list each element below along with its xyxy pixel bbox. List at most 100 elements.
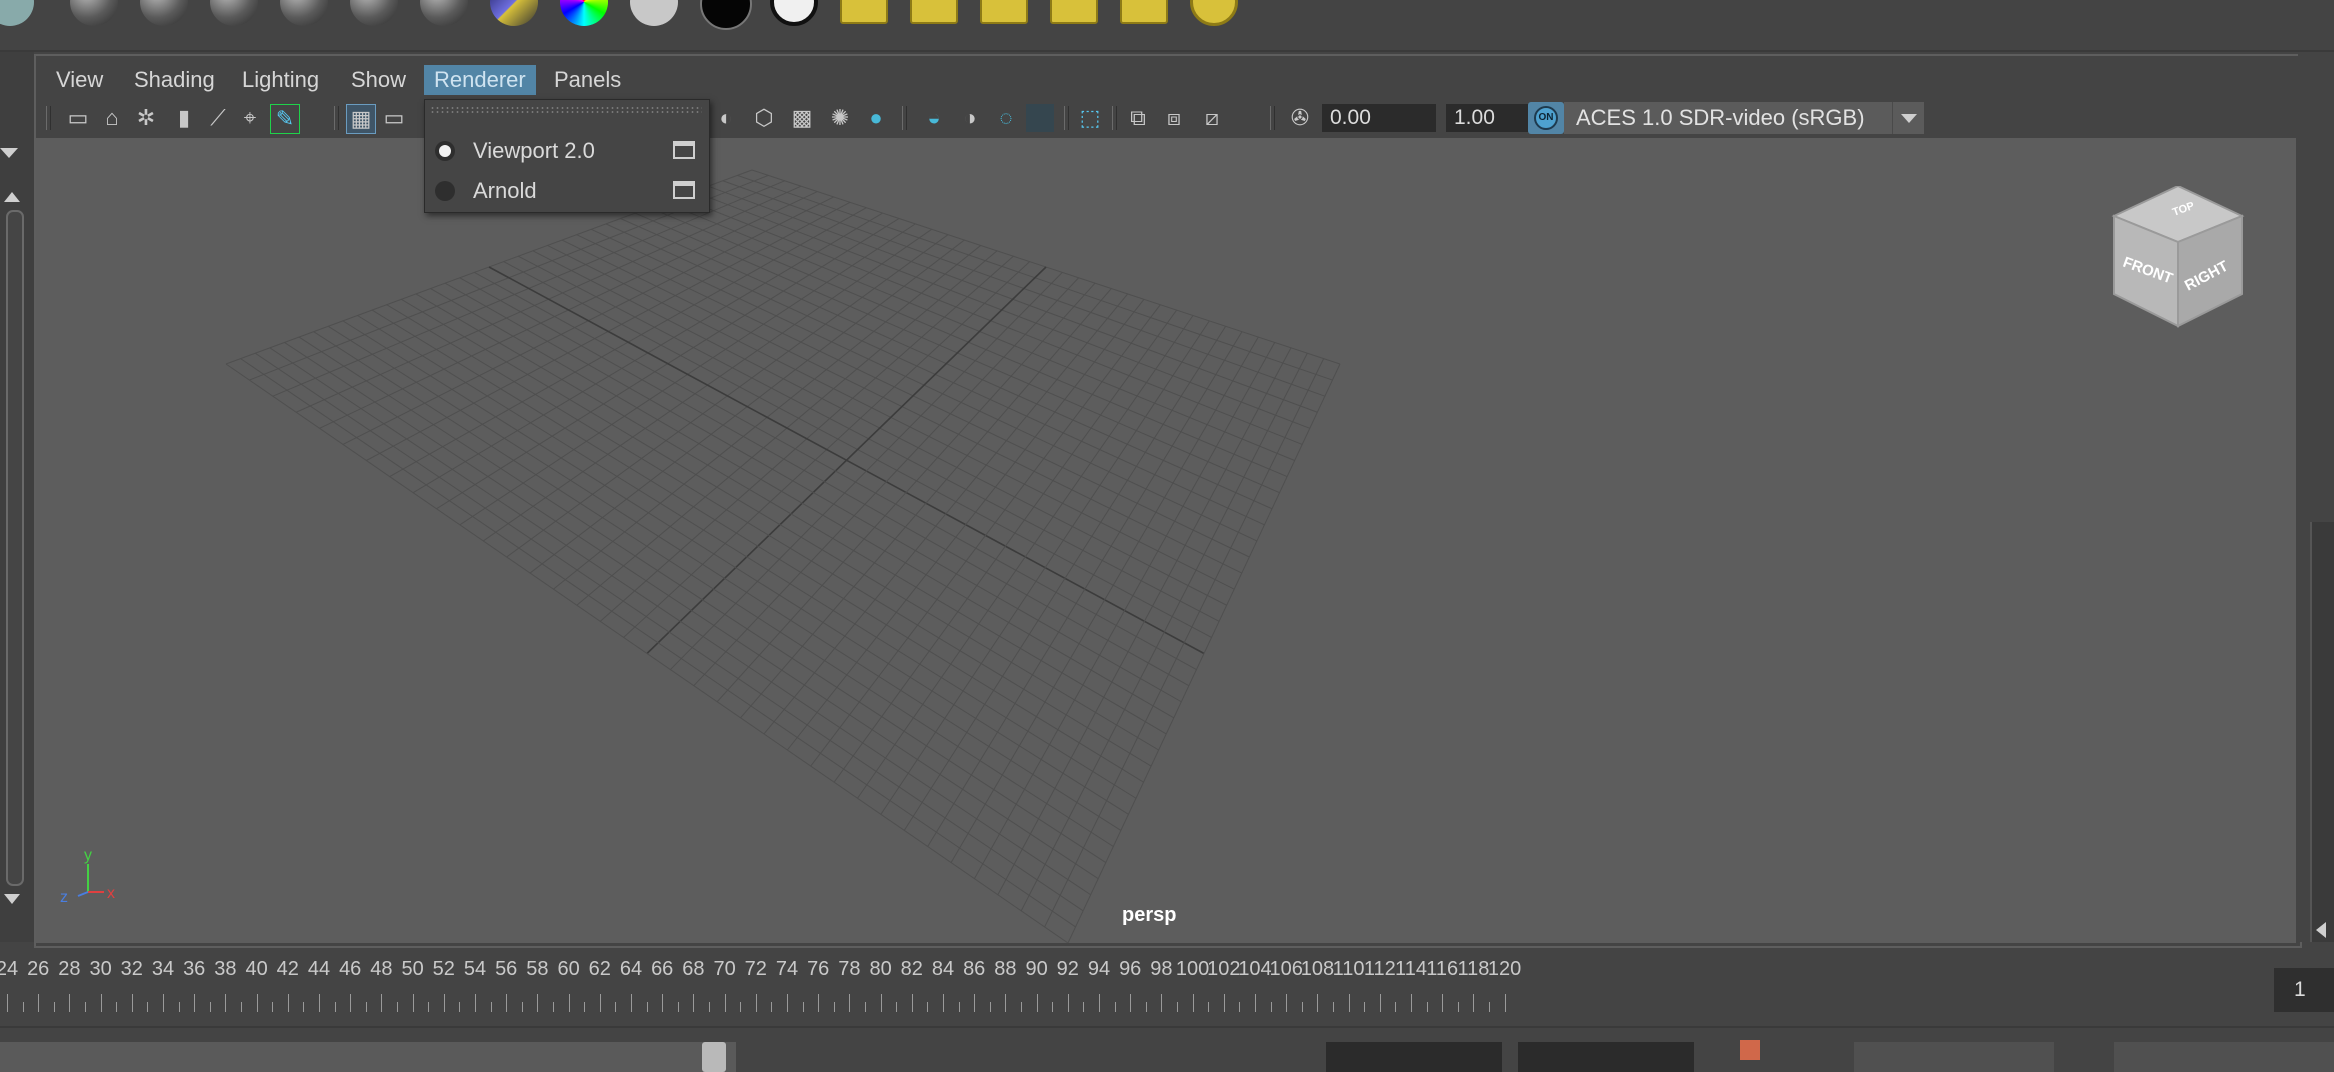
menu-show[interactable]: Show — [341, 65, 416, 95]
range-slider-bar[interactable] — [0, 1026, 2334, 1072]
menu-tearoff[interactable] — [430, 106, 702, 114]
scroll-up-icon[interactable] — [4, 192, 20, 202]
grid-toggle-icon[interactable]: ▦ — [346, 104, 376, 134]
timeline-tick — [1036, 994, 1038, 1012]
menu-panels[interactable]: Panels — [544, 65, 631, 95]
radio-selected-icon[interactable] — [435, 141, 455, 161]
left-scrollbar[interactable] — [6, 210, 24, 886]
xray-active-components-icon[interactable]: ⧄ — [1198, 104, 1226, 132]
timeline-tick — [1348, 994, 1350, 1012]
timeline-tick-minor — [771, 1002, 773, 1012]
animation-end-field[interactable] — [1518, 1042, 1694, 1072]
keyframe-icon[interactable] — [1740, 1040, 1760, 1060]
current-frame-field[interactable]: 1 — [2274, 968, 2334, 1012]
menu-lighting[interactable]: Lighting — [232, 65, 329, 95]
timeline-frame-label: 116 — [1426, 958, 1459, 980]
grid-line — [444, 282, 1182, 703]
timeline-frame-label: 70 — [713, 958, 736, 980]
lights-icon[interactable]: ✺ — [826, 104, 854, 132]
shadows-icon[interactable]: ● — [862, 104, 890, 132]
timeline-tick-minor — [1489, 1002, 1490, 1012]
camera-attributes-icon[interactable]: ✲ — [132, 104, 160, 132]
timeline-tick — [69, 994, 71, 1012]
sphere-icon[interactable] — [420, 0, 468, 26]
image-plane-icon[interactable]: ⟋ — [204, 104, 232, 132]
timeline-tick-minor — [584, 1002, 586, 1012]
timeline-tick-minor — [958, 1002, 960, 1012]
camera-icon[interactable]: ▭ — [64, 104, 92, 132]
isolate-select-icon[interactable]: ⬚ — [1076, 104, 1104, 132]
shelf-tool-icon[interactable] — [0, 0, 34, 26]
exposure-field[interactable]: 0.00 — [1322, 104, 1436, 132]
timeline-tick — [880, 994, 882, 1012]
color-wheel-icon[interactable] — [560, 0, 608, 26]
white-swatch-icon[interactable] — [630, 0, 678, 26]
depth-of-field-icon[interactable] — [1026, 104, 1054, 132]
ring-swatch-icon[interactable] — [770, 0, 818, 26]
shaded-icon[interactable]: ◐ — [712, 104, 740, 132]
lock-camera-icon[interactable]: ⌂ — [98, 104, 126, 132]
option-box-icon[interactable] — [673, 181, 695, 199]
timeline-frame-label: 62 — [588, 958, 611, 980]
renderer-item-viewport-2[interactable]: Viewport 2.0 — [425, 132, 707, 170]
sphere-icon[interactable] — [350, 0, 398, 26]
refresh-icon[interactable] — [1190, 0, 1238, 26]
sphere-icon[interactable] — [70, 0, 118, 26]
playback-end-field[interactable] — [1326, 1042, 1502, 1072]
radio-unselected-icon[interactable] — [435, 181, 455, 201]
grid-line — [833, 309, 1178, 783]
grid-line — [974, 342, 1276, 879]
layers-icon[interactable] — [910, 0, 958, 24]
range-slider[interactable] — [0, 1042, 736, 1072]
layers-icon[interactable] — [1050, 0, 1098, 24]
grid-line — [254, 352, 1084, 912]
timeline-frame-label: 24 — [0, 958, 19, 980]
xray-joints-icon[interactable]: ⧈ — [1160, 104, 1188, 132]
xray-icon[interactable]: ⧉ — [1124, 104, 1152, 132]
waveform-icon[interactable] — [840, 0, 888, 24]
bookmark-icon[interactable]: ▮ — [170, 104, 198, 132]
view-transform-dropdown-arrow[interactable] — [1892, 102, 1925, 134]
sphere-icon[interactable] — [210, 0, 258, 26]
viewport-3d[interactable] — [36, 138, 2296, 943]
grid-line — [786, 299, 1145, 751]
chevron-down-icon[interactable] — [0, 148, 18, 158]
view-transform-dropdown[interactable]: ACES 1.0 SDR-video (sRGB) — [1564, 102, 1924, 134]
timeline-tick — [506, 994, 508, 1012]
menu-renderer[interactable]: Renderer — [424, 65, 536, 95]
menu-shading[interactable]: Shading — [124, 65, 225, 95]
timeline-frame-label: 58 — [526, 958, 549, 980]
wireframe-cube-icon[interactable]: ⬡ — [750, 104, 778, 132]
timeline-tick-minor — [521, 1002, 523, 1012]
timeline-tick-minor — [833, 1002, 835, 1012]
shader-icon[interactable] — [490, 0, 538, 26]
option-box-icon[interactable] — [673, 141, 695, 159]
timeline-tick — [1099, 994, 1100, 1012]
renderer-item-arnold[interactable]: Arnold — [425, 172, 707, 210]
anim-layer-dropdown[interactable] — [2114, 1042, 2334, 1072]
layers-icon[interactable] — [980, 0, 1028, 24]
motion-blur-icon[interactable]: ◑ — [956, 104, 984, 132]
viewcube[interactable]: TOP FRONT RIGHT — [2108, 184, 2248, 336]
black-swatch-icon[interactable] — [700, 0, 752, 30]
time-slider[interactable]: 24 26 28 30 32 34 36 38 40 42 44 46 48 50 52 54 56 58 60 62… — [0, 954, 2274, 1024]
2d-pan-zoom-icon[interactable]: ⌖ — [236, 104, 264, 132]
scroll-down-icon[interactable] — [4, 894, 20, 904]
grease-pencil-icon[interactable]: ✎ — [270, 104, 300, 134]
layers-s-icon[interactable] — [1120, 0, 1168, 24]
character-set-dropdown[interactable] — [1854, 1042, 2054, 1072]
exposure-icon[interactable]: ✇ — [1286, 104, 1314, 132]
menu-view[interactable]: View — [46, 65, 113, 95]
film-gate-icon[interactable]: ▭ — [380, 104, 408, 132]
timeline-tick — [225, 994, 227, 1012]
range-slider-handle[interactable] — [702, 1042, 726, 1072]
toolbar-separator — [1270, 106, 1275, 130]
channel-box-edge — [2310, 522, 2334, 942]
sphere-icon[interactable] — [140, 0, 188, 26]
timeline-tick-minor — [428, 1002, 430, 1012]
sphere-icon[interactable] — [280, 0, 328, 26]
textured-icon[interactable]: ▩ — [788, 104, 816, 132]
anti-aliasing-icon[interactable]: ◌ — [992, 104, 1020, 132]
screen-space-ao-icon[interactable]: ◒ — [920, 104, 948, 132]
collapse-arrow-icon[interactable] — [2316, 922, 2326, 938]
